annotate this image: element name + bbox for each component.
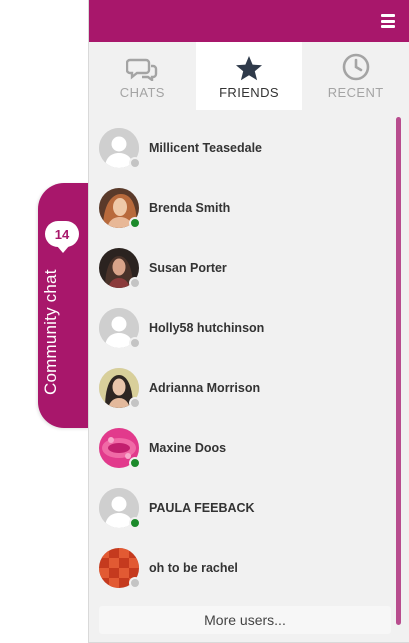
status-indicator	[129, 337, 141, 349]
user-name: Susan Porter	[149, 261, 227, 275]
more-users-button[interactable]: More users...	[99, 606, 391, 634]
unread-count-badge: 14	[45, 221, 79, 253]
user-name: PAULA FEEBACK	[149, 501, 255, 515]
chat-bubbles-icon	[126, 58, 158, 81]
status-indicator	[129, 277, 141, 289]
status-indicator	[129, 397, 141, 409]
status-indicator	[129, 517, 141, 529]
list-item[interactable]: oh to be rachel	[89, 538, 409, 598]
tab-recent[interactable]: RECENT	[302, 42, 409, 110]
friends-list: Millicent Teasedale Brenda Smith Susan P…	[89, 110, 409, 598]
user-name: oh to be rachel	[149, 561, 238, 575]
status-indicator	[129, 157, 141, 169]
tab-bar: CHATS FRIENDS RECENT	[89, 42, 409, 110]
tab-recent-label: RECENT	[327, 85, 384, 100]
user-name: Brenda Smith	[149, 201, 231, 215]
list-item[interactable]: PAULA FEEBACK	[89, 478, 409, 538]
user-name: Holly58 hutchinson	[149, 321, 265, 335]
tab-friends[interactable]: FRIENDS	[195, 42, 303, 110]
tab-chats[interactable]: CHATS	[89, 42, 196, 110]
list-item[interactable]: Susan Porter	[89, 238, 409, 298]
tab-friends-label: FRIENDS	[219, 85, 279, 100]
list-item[interactable]: Millicent Teasedale	[89, 118, 409, 178]
clock-icon	[342, 53, 369, 81]
star-icon	[236, 56, 262, 81]
panel-header	[89, 0, 409, 42]
user-name: Maxine Doos	[149, 441, 227, 455]
status-indicator	[129, 577, 141, 589]
list-scrollbar[interactable]	[396, 117, 401, 625]
user-name: Adrianna Morrison	[149, 381, 261, 395]
tab-chats-label: CHATS	[119, 85, 165, 100]
community-chat-widget: 14 Community chat CHATS FRIENDS RECENT M…	[0, 0, 409, 643]
community-chat-label[interactable]: Community chat	[41, 269, 61, 395]
chat-panel: CHATS FRIENDS RECENT Millicent Teasedale…	[88, 0, 409, 643]
status-indicator	[129, 217, 141, 229]
list-item[interactable]: Brenda Smith	[89, 178, 409, 238]
status-indicator	[129, 457, 141, 469]
list-item[interactable]: Maxine Doos	[89, 418, 409, 478]
user-name: Millicent Teasedale	[149, 141, 263, 155]
hamburger-menu-icon[interactable]	[381, 14, 395, 28]
list-item[interactable]: Adrianna Morrison	[89, 358, 409, 418]
list-item[interactable]: Holly58 hutchinson	[89, 298, 409, 358]
